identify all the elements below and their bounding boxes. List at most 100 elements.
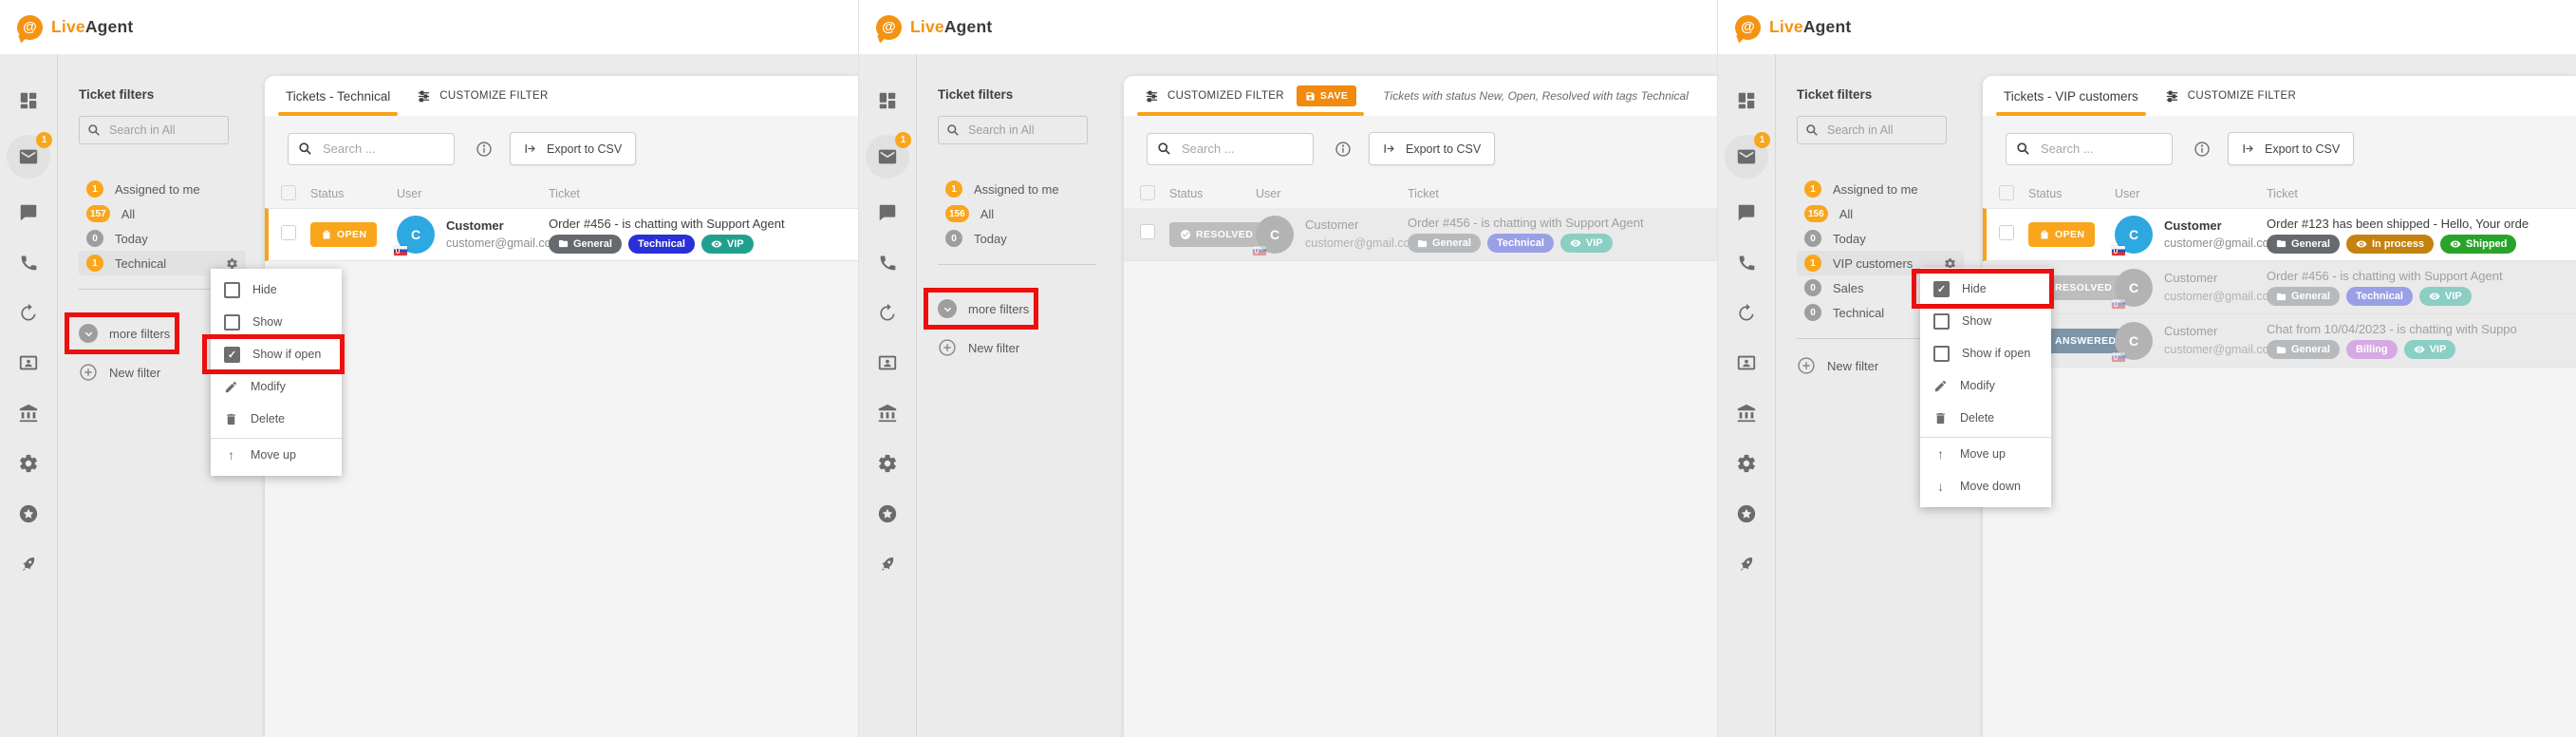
history-icon[interactable] [1736, 302, 1757, 323]
sidebar-filter-item[interactable]: 1 Assigned to me [938, 177, 1105, 201]
settings-gear-icon[interactable] [1736, 453, 1757, 474]
dashboard-grid-icon[interactable] [877, 90, 898, 111]
getting-started-rocket-icon[interactable] [18, 554, 39, 575]
tag-pill[interactable]: General [1408, 234, 1481, 253]
ticket-search-input[interactable] [2039, 141, 2162, 157]
tag-pill[interactable]: Shipped [2440, 235, 2516, 254]
ticket-search[interactable] [288, 133, 455, 165]
tag-pill[interactable]: General [2267, 235, 2340, 254]
badges-star-icon[interactable] [18, 503, 39, 524]
sidebar-filter-item[interactable]: 0 Today [1797, 226, 1964, 251]
sidebar-filter-item[interactable]: 0 Today [938, 226, 1105, 251]
tag-pill[interactable]: Technical [628, 235, 695, 254]
ticket-row[interactable]: OPEN C Customer customer@gmail.com Order… [1983, 208, 2576, 261]
chats-bubble-icon[interactable] [877, 202, 898, 223]
more-filters-button[interactable]: more filters [79, 321, 170, 346]
menu-item[interactable]: Modify [1920, 369, 2051, 402]
settings-gear-icon[interactable] [877, 453, 898, 474]
menu-item[interactable]: Delete [211, 403, 342, 435]
tag-pill[interactable]: VIP [1560, 234, 1613, 253]
menu-item[interactable]: Show [211, 306, 342, 338]
menu-item[interactable]: Delete [1920, 402, 2051, 434]
menu-item[interactable]: ↑ Move up [1920, 437, 2051, 470]
liveagent-logo[interactable]: @ LiveAgent [17, 15, 133, 40]
menu-item[interactable]: Hide [1920, 273, 2051, 305]
tickets-envelope-icon[interactable]: 1 [7, 135, 50, 179]
sidebar-search[interactable] [79, 116, 229, 144]
ticket-row[interactable]: RESOLVED C Customer customer@gmail.com O… [1983, 261, 2576, 314]
calls-phone-icon[interactable] [878, 253, 898, 273]
getting-started-rocket-icon[interactable] [1736, 554, 1757, 575]
sidebar-search[interactable] [1797, 116, 1947, 144]
tag-pill[interactable]: General [2267, 287, 2340, 306]
tag-pill[interactable]: General [549, 235, 622, 254]
contacts-card-icon[interactable] [1736, 352, 1757, 373]
contacts-card-icon[interactable] [18, 352, 39, 373]
info-icon[interactable] [1335, 141, 1352, 158]
save-button[interactable]: SAVE [1297, 85, 1356, 106]
sidebar-filter-item[interactable]: 0 Today [79, 226, 246, 251]
ticket-search[interactable] [2006, 133, 2173, 165]
contacts-card-icon[interactable] [877, 352, 898, 373]
tag-pill[interactable]: VIP [2404, 340, 2456, 359]
tag-pill[interactable]: Billing [2346, 340, 2398, 359]
select-all-checkbox[interactable] [1999, 185, 2014, 200]
tag-pill[interactable]: VIP [2419, 287, 2472, 306]
menu-item[interactable]: ↑ Move up [211, 438, 342, 471]
tag-pill[interactable]: General [2267, 340, 2340, 359]
select-all-checkbox[interactable] [281, 185, 296, 200]
menu-item[interactable]: Show if open [211, 338, 342, 370]
ticket-row[interactable]: ANSWERED C Customer customer@gmail.com C… [1983, 314, 2576, 368]
new-filter-button[interactable]: New filter [938, 335, 1124, 360]
ticket-search[interactable] [1147, 133, 1314, 165]
row-checkbox[interactable] [1999, 225, 2014, 240]
info-icon[interactable] [476, 141, 493, 158]
sidebar-filter-item[interactable]: 1 Assigned to me [1797, 177, 1964, 201]
tab-tickets[interactable]: Tickets - VIP customers [2004, 76, 2138, 116]
history-icon[interactable] [877, 302, 898, 323]
menu-item[interactable]: Modify [211, 370, 342, 403]
chats-bubble-icon[interactable] [1736, 202, 1757, 223]
settings-gear-icon[interactable] [18, 453, 39, 474]
chats-bubble-icon[interactable] [18, 202, 39, 223]
tickets-envelope-icon[interactable]: 1 [866, 135, 909, 179]
menu-item[interactable]: ↓ Move down [1920, 470, 2051, 502]
row-checkbox[interactable] [281, 225, 296, 240]
academy-bank-icon[interactable] [18, 403, 39, 424]
sidebar-filter-item[interactable]: 157 All [79, 201, 246, 226]
export-to-csv-button[interactable]: Export to CSV [510, 132, 636, 165]
sidebar-search-input[interactable] [107, 123, 220, 138]
select-all-checkbox[interactable] [1140, 185, 1155, 200]
more-filters-button[interactable]: more filters [938, 296, 1029, 321]
gear-icon[interactable] [226, 257, 238, 270]
ticket-search-input[interactable] [1180, 141, 1303, 157]
sidebar-search-input[interactable] [966, 123, 1079, 138]
academy-bank-icon[interactable] [1736, 403, 1757, 424]
info-icon[interactable] [2193, 141, 2211, 158]
customize-filter-button[interactable]: CUSTOMIZE FILTER [417, 76, 548, 116]
export-to-csv-button[interactable]: Export to CSV [1369, 132, 1495, 165]
getting-started-rocket-icon[interactable] [877, 554, 898, 575]
sidebar-search[interactable] [938, 116, 1088, 144]
liveagent-logo[interactable]: @ LiveAgent [876, 15, 992, 40]
export-to-csv-button[interactable]: Export to CSV [2228, 132, 2354, 165]
calls-phone-icon[interactable] [19, 253, 39, 273]
customize-filter-button[interactable]: CUSTOMIZE FILTER [2165, 76, 2296, 116]
ticket-row[interactable]: OPEN C Customer customer@gmail.com Order… [265, 208, 858, 261]
badges-star-icon[interactable] [1736, 503, 1757, 524]
academy-bank-icon[interactable] [877, 403, 898, 424]
tag-pill[interactable]: VIP [701, 235, 754, 254]
sidebar-filter-item[interactable]: 156 All [938, 201, 1105, 226]
ticket-search-input[interactable] [321, 141, 444, 157]
row-checkbox[interactable] [1140, 224, 1155, 239]
tickets-envelope-icon[interactable]: 1 [1725, 135, 1768, 179]
sidebar-filter-item[interactable]: 1 Assigned to me [79, 177, 246, 201]
ticket-row[interactable]: RESOLVED C Customer customer@gmail.com O… [1124, 208, 1717, 261]
menu-item[interactable]: Show if open [1920, 337, 2051, 369]
menu-item[interactable]: Show [1920, 305, 2051, 337]
tag-pill[interactable]: Technical [2346, 287, 2413, 306]
calls-phone-icon[interactable] [1737, 253, 1757, 273]
liveagent-logo[interactable]: @ LiveAgent [1735, 15, 1851, 40]
sidebar-filter-item[interactable]: 156 All [1797, 201, 1964, 226]
menu-item[interactable]: Hide [211, 274, 342, 306]
